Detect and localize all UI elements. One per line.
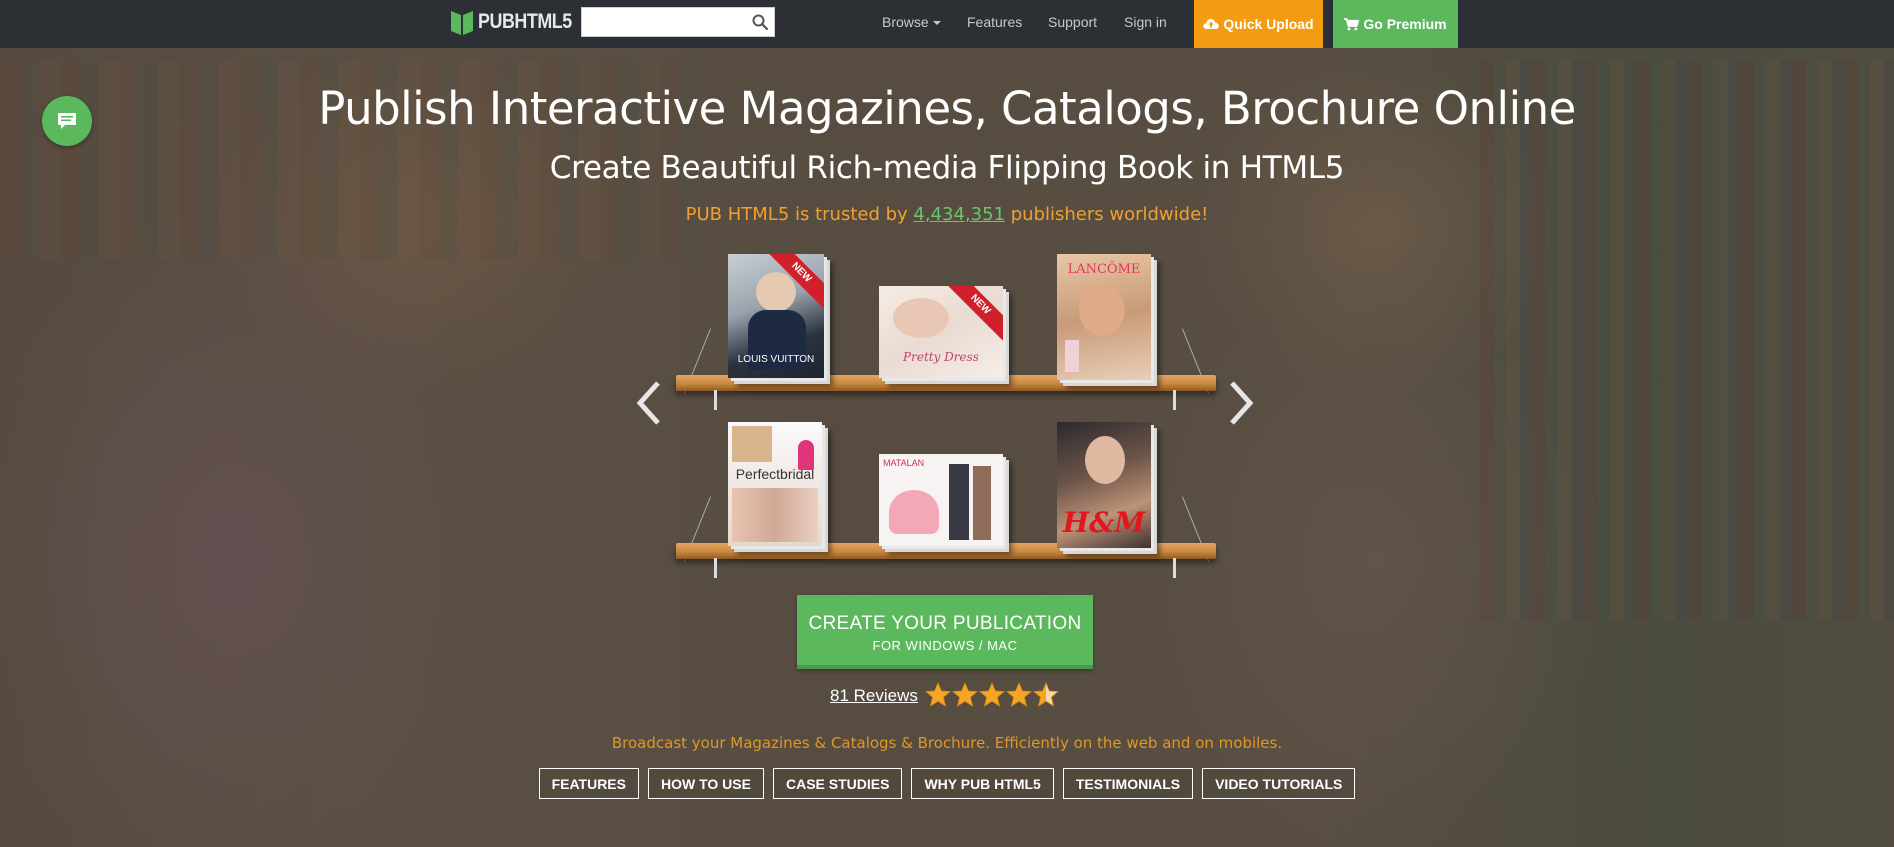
search-input[interactable]: [588, 9, 752, 37]
nav-features[interactable]: Features: [967, 14, 1022, 30]
cover-heart: [889, 490, 939, 534]
tagline: Broadcast your Magazines & Catalogs & Br…: [611, 734, 1283, 752]
cover-baby: [893, 298, 949, 338]
caret-down-icon: [932, 21, 941, 26]
cover-face: [1085, 436, 1125, 484]
nav-support[interactable]: Support: [1048, 14, 1097, 30]
create-publication-button[interactable]: CREATE YOUR PUBLICATION FOR WINDOWS / MA…: [797, 595, 1093, 669]
section-link-why-pub-html5[interactable]: WHY PUB HTML5: [911, 768, 1054, 799]
star-icon: [1006, 682, 1032, 707]
cover-model: [973, 466, 991, 540]
star-icon: [1033, 682, 1059, 707]
reviews-link[interactable]: 81 Reviews: [830, 686, 918, 706]
star-icon: [925, 682, 951, 707]
star-icon: [979, 682, 1005, 707]
section-link-features[interactable]: FEATURES: [538, 768, 639, 799]
book-title: Pretty Dress: [903, 350, 979, 364]
book-lancome[interactable]: LANCÔME: [1057, 254, 1151, 380]
logo-book-icon: [451, 11, 473, 35]
cover-model: [949, 464, 969, 540]
section-links: FEATURES HOW TO USE CASE STUDIES WHY PUB HT…: [0, 768, 1894, 799]
cover-photo: [732, 426, 772, 462]
section-link-case-studies[interactable]: CASE STUDIES: [772, 768, 903, 799]
shelf-bracket: [714, 558, 717, 578]
logo[interactable]: PUBHTML5: [450, 9, 588, 35]
cover-collage: [732, 488, 818, 542]
shelf-bracket: [714, 390, 717, 410]
book-title: MATALAN: [883, 458, 925, 468]
trust-text: PUB HTML5 is trusted by 4,434,351 publis…: [0, 204, 1894, 225]
logo-text: PUBHTML5: [478, 10, 572, 33]
nav-browse-label: Browse: [882, 14, 929, 30]
section-link-testimonials[interactable]: TESTIMONIALS: [1062, 768, 1194, 799]
cover-dress: [798, 440, 814, 470]
go-premium-label: Go Premium: [1363, 16, 1447, 32]
book-louis-vuitton[interactable]: LOUIS VUITTON NEW: [728, 254, 824, 378]
section-link-video-tutorials[interactable]: VIDEO TUTORIALS: [1202, 768, 1356, 799]
nav-browse[interactable]: Browse: [882, 14, 941, 30]
publisher-count-link[interactable]: 4,434,351: [913, 204, 1005, 225]
book-title: LOUIS VUITTON: [737, 354, 815, 365]
shelf-bracket: [1173, 558, 1176, 578]
new-badge: NEW: [941, 286, 1003, 344]
chevron-left-icon[interactable]: [636, 380, 662, 426]
navbar: PUBHTML5 Browse Features Support Sign in…: [0, 0, 1894, 48]
cover-bottle: [1065, 340, 1079, 372]
hero-title: Publish Interactive Magazines, Catalogs,…: [318, 82, 1576, 135]
book-hm[interactable]: H&M: [1057, 422, 1151, 548]
trust-prefix: PUB HTML5 is trusted by: [685, 204, 914, 225]
book-matalan[interactable]: MATALAN: [879, 454, 1003, 546]
book-perfectbridal[interactable]: Perfectbridal: [728, 422, 822, 546]
trust-suffix: publishers worldwide!: [1005, 204, 1209, 225]
cta-sub-label: FOR WINDOWS / MAC: [872, 638, 1018, 653]
book-title: LANCÔME: [1067, 262, 1141, 277]
go-premium-button[interactable]: Go Premium: [1333, 0, 1458, 48]
hero-subtitle: Create Beautiful Rich-media Flipping Boo…: [549, 150, 1345, 186]
quick-upload-button[interactable]: Quick Upload: [1194, 0, 1323, 48]
book-pretty-dress[interactable]: Pretty Dress NEW: [879, 286, 1003, 378]
quick-upload-label: Quick Upload: [1223, 16, 1314, 32]
star-icon: [952, 682, 978, 707]
rating-stars: [925, 682, 1059, 708]
book-title: H&M: [1062, 506, 1146, 539]
cover-face: [756, 272, 796, 312]
nav-sign-in[interactable]: Sign in: [1124, 14, 1167, 30]
search-box: [581, 7, 775, 37]
cta-main-label: CREATE YOUR PUBLICATION: [808, 613, 1082, 634]
search-icon[interactable]: [752, 14, 768, 30]
chevron-right-icon[interactable]: [1228, 380, 1254, 426]
shelf-bracket: [1173, 390, 1176, 410]
cover-face: [1079, 284, 1125, 336]
cart-icon: [1344, 17, 1360, 30]
section-link-how-to-use[interactable]: HOW TO USE: [648, 768, 764, 799]
cloud-upload-icon: [1203, 18, 1220, 29]
